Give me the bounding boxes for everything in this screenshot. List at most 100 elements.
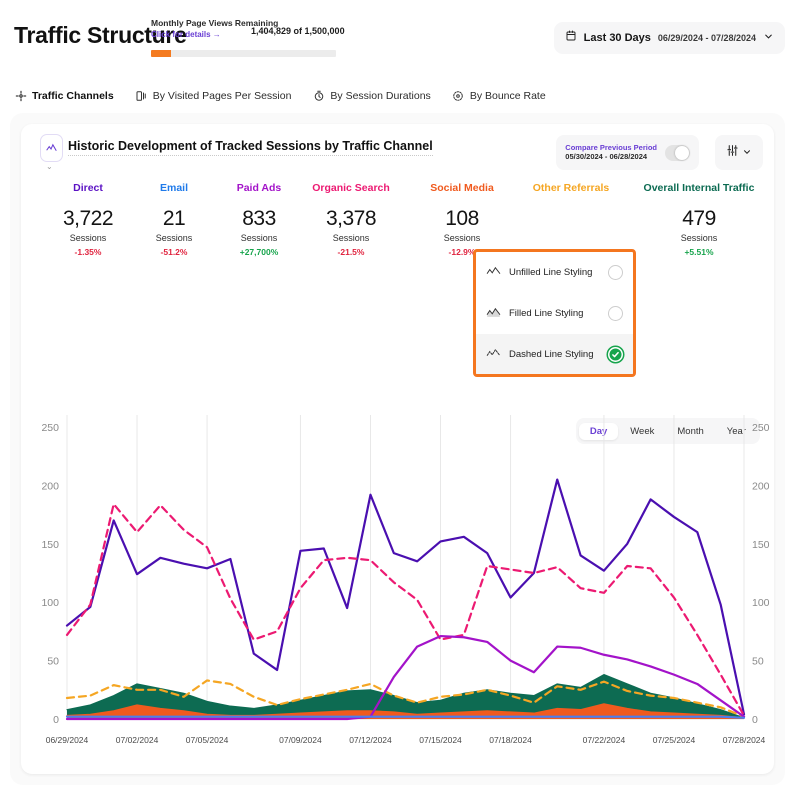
kpi-unit: Sessions xyxy=(332,233,370,243)
dashboard-root: Traffic Structure Monthly Page Views Rem… xyxy=(0,0,795,795)
tab-label: By Visited Pages Per Session xyxy=(152,90,292,102)
date-range-value: 06/29/2024 - 07/28/2024 xyxy=(657,33,756,43)
kpi-unit: Sessions xyxy=(69,233,107,243)
calendar-icon xyxy=(565,29,577,47)
settings-chevron-down-icon xyxy=(742,144,752,162)
kpi-unit: Sessions xyxy=(155,233,193,243)
kpi-label: Other Referrals xyxy=(532,182,610,194)
kpi-value: 479 xyxy=(682,207,716,230)
kpi-delta: -1.35% xyxy=(74,247,102,257)
kpi-other-referrals[interactable]: Other Referrals xyxy=(511,182,631,207)
svg-text:07/02/2024: 07/02/2024 xyxy=(116,735,159,745)
top-header: Traffic Structure Monthly Page Views Rem… xyxy=(0,0,795,75)
dropdown-item-label: Filled Line Styling xyxy=(509,308,584,319)
kpi-label: Organic Search xyxy=(312,182,390,194)
svg-text:250: 250 xyxy=(752,422,770,434)
tab-bar: Traffic Channels By Visited Pages Per Se… xyxy=(0,82,795,110)
svg-text:100: 100 xyxy=(41,597,59,609)
chart-card-icon xyxy=(40,134,63,162)
kpi-unit: Sessions xyxy=(443,233,481,243)
dropdown-item-label: Unfilled Line Styling xyxy=(509,267,593,278)
quota-progress-bar xyxy=(151,50,336,57)
dropdown-radio[interactable] xyxy=(608,265,623,280)
compare-previous-period-toggle[interactable]: Compare Previous Period 05/30/2024 - 06/… xyxy=(556,135,699,170)
chart-settings-button[interactable] xyxy=(715,135,763,170)
dashed-line-icon xyxy=(486,346,501,364)
svg-text:07/25/2024: 07/25/2024 xyxy=(653,735,696,745)
kpi-overall-internal-traffic[interactable]: Overall Internal Traffic 479 Sessions +5… xyxy=(629,182,769,257)
clock-icon xyxy=(312,90,325,103)
kpi-email[interactable]: Email 21 Sessions -51.2% xyxy=(126,182,222,257)
kpi-delta: -51.2% xyxy=(160,247,188,257)
filled-line-icon xyxy=(486,305,501,323)
traffic-channels-icon xyxy=(14,90,27,103)
tab-traffic-channels[interactable]: Traffic Channels xyxy=(14,90,114,103)
chart-svg: 0 0 50 50 100 100 150 150 200 200 250 250 06/29/2024… xyxy=(41,415,770,745)
kpi-label: Overall Internal Traffic xyxy=(643,182,755,194)
kpi-organic-search[interactable]: Organic Search 3,378 Sessions -21.5% xyxy=(291,182,411,257)
quota-widget: Monthly Page Views Remaining Click for d… xyxy=(151,18,345,57)
tab-bounce-rate[interactable]: By Bounce Rate xyxy=(452,90,546,103)
kpi-row: Direct 3,722 Sessions -1.35% Email 21 Se… xyxy=(21,182,774,262)
dropdown-item-unfilled-line-styling[interactable]: Unfilled Line Styling xyxy=(476,252,633,293)
kpi-social-media[interactable]: Social Media 108 Sessions -12.9% xyxy=(407,182,517,257)
kpi-value: 3,722 xyxy=(62,207,114,230)
quota-progress-fill xyxy=(151,50,172,57)
svg-text:250: 250 xyxy=(41,422,59,434)
bounce-icon xyxy=(452,90,465,103)
svg-text:07/18/2024: 07/18/2024 xyxy=(489,735,532,745)
date-range-picker[interactable]: Last 30 Days 06/29/2024 - 07/28/2024 xyxy=(553,22,785,54)
card-icon-chevron-down-icon[interactable]: ⌄ xyxy=(46,162,53,171)
kpi-label: Direct xyxy=(73,182,103,194)
dropdown-item-dashed-line-styling[interactable]: Dashed Line Styling xyxy=(476,334,633,374)
svg-text:200: 200 xyxy=(41,480,59,492)
svg-text:07/09/2024: 07/09/2024 xyxy=(279,735,322,745)
tab-label: By Session Durations xyxy=(330,90,431,102)
kpi-label: Email xyxy=(159,182,188,194)
svg-text:07/15/2024: 07/15/2024 xyxy=(419,735,462,745)
traffic-channel-card: ⌄ Historic Development of Tracked Sessio… xyxy=(21,124,774,774)
svg-text:0: 0 xyxy=(53,714,59,726)
tab-visited-pages[interactable]: By Visited Pages Per Session xyxy=(135,90,292,103)
compare-switch[interactable] xyxy=(665,144,690,161)
sliders-icon xyxy=(726,144,739,162)
unfilled-line-icon xyxy=(486,264,501,282)
line-styling-dropdown: Unfilled Line Styling Filled Line Stylin… xyxy=(473,249,636,377)
kpi-value: 108 xyxy=(445,207,479,230)
svg-text:100: 100 xyxy=(752,597,770,609)
tab-label: Traffic Channels xyxy=(32,90,114,102)
svg-text:07/28/2024: 07/28/2024 xyxy=(723,735,766,745)
svg-text:07/22/2024: 07/22/2024 xyxy=(583,735,626,745)
kpi-value: 3,378 xyxy=(325,207,377,230)
kpi-direct[interactable]: Direct 3,722 Sessions -1.35% xyxy=(38,182,138,257)
dropdown-radio-selected[interactable] xyxy=(608,347,623,362)
dropdown-item-filled-line-styling[interactable]: Filled Line Styling xyxy=(476,293,633,334)
tab-label: By Bounce Rate xyxy=(469,90,546,102)
card-header: ⌄ Historic Development of Tracked Sessio… xyxy=(21,124,774,182)
tab-session-durations[interactable]: By Session Durations xyxy=(312,90,431,103)
svg-text:07/12/2024: 07/12/2024 xyxy=(349,735,392,745)
svg-text:150: 150 xyxy=(41,539,59,551)
dropdown-item-label: Dashed Line Styling xyxy=(509,349,594,360)
quota-count: 1,404,829 of 1,500,000 xyxy=(251,26,345,36)
kpi-delta: -21.5% xyxy=(337,247,365,257)
content-panel: ⌄ Historic Development of Tracked Sessio… xyxy=(10,113,785,785)
traffic-chart[interactable]: 0 0 50 50 100 100 150 150 200 200 250 250 06/29/2024… xyxy=(21,402,774,762)
compare-range: 05/30/2024 - 06/28/2024 xyxy=(565,151,648,161)
card-title: Historic Development of Tracked Sessions… xyxy=(68,139,433,156)
svg-text:50: 50 xyxy=(752,656,764,668)
kpi-delta: +5.51% xyxy=(684,247,714,257)
svg-text:06/29/2024: 06/29/2024 xyxy=(46,735,89,745)
dropdown-radio[interactable] xyxy=(608,306,623,321)
svg-text:200: 200 xyxy=(752,480,770,492)
chevron-down-icon xyxy=(763,29,774,47)
kpi-unit: Sessions xyxy=(680,233,718,243)
switch-knob xyxy=(675,145,689,160)
kpi-value: 21 xyxy=(162,207,186,230)
date-range-label: Last 30 Days xyxy=(583,32,651,44)
svg-text:50: 50 xyxy=(47,656,59,668)
svg-text:150: 150 xyxy=(752,539,770,551)
svg-text:0: 0 xyxy=(752,714,758,726)
kpi-label: Social Media xyxy=(430,182,494,194)
pages-icon xyxy=(135,90,148,103)
